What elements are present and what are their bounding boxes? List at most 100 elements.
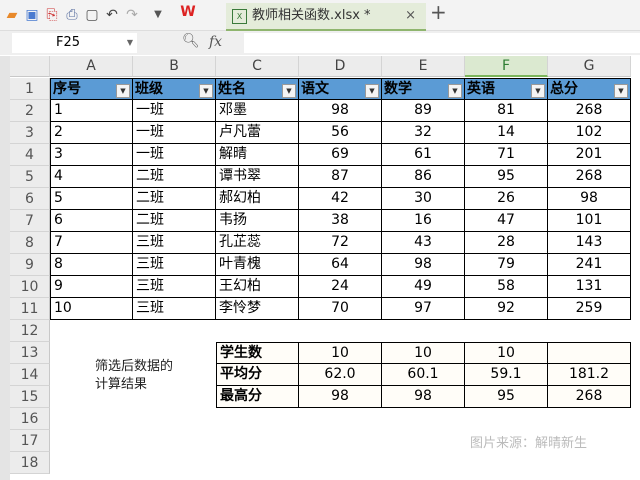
table-cell[interactable]: 三班: [133, 298, 216, 320]
save-icon[interactable]: ▣: [24, 7, 40, 23]
zoom-search-icon[interactable]: 🔍︎: [182, 33, 200, 49]
header-cell[interactable]: 数学 ▼: [382, 78, 465, 100]
filter-dropdown-icon[interactable]: ▼: [282, 84, 296, 98]
row-header-9[interactable]: 9: [10, 254, 50, 276]
table-cell[interactable]: 26: [465, 188, 548, 210]
table-cell[interactable]: 卢凡蕾: [216, 122, 299, 144]
table-cell[interactable]: 58: [465, 276, 548, 298]
table-cell[interactable]: 6: [50, 210, 133, 232]
fx-icon[interactable]: fx: [209, 34, 222, 50]
table-cell[interactable]: 259: [548, 298, 631, 320]
table-cell[interactable]: 131: [548, 276, 631, 298]
row-header-14[interactable]: 14: [10, 364, 50, 386]
summary-cell[interactable]: 98: [382, 386, 465, 408]
table-cell[interactable]: 64: [299, 254, 382, 276]
print-preview-icon[interactable]: ▢: [84, 7, 100, 23]
summary-cell[interactable]: [548, 342, 631, 364]
table-cell[interactable]: 2: [50, 122, 133, 144]
summary-cell[interactable]: 学生数: [216, 342, 299, 364]
table-cell[interactable]: 一班: [133, 144, 216, 166]
column-header-B[interactable]: B: [133, 56, 216, 77]
header-cell[interactable]: 语文 ▼: [299, 78, 382, 100]
row-header-12[interactable]: 12: [10, 320, 50, 342]
select-all-corner[interactable]: [10, 56, 50, 77]
table-cell[interactable]: 一班: [133, 122, 216, 144]
name-box[interactable]: F25 ▼: [12, 33, 137, 53]
filter-dropdown-icon[interactable]: ▼: [199, 84, 213, 98]
column-header-A[interactable]: A: [50, 56, 133, 77]
row-header-16[interactable]: 16: [10, 408, 50, 430]
table-cell[interactable]: 47: [465, 210, 548, 232]
chevron-down-icon[interactable]: ▼: [127, 33, 133, 53]
undo-icon[interactable]: ↶: [104, 7, 120, 23]
table-cell[interactable]: 韦扬: [216, 210, 299, 232]
row-header-11[interactable]: 11: [10, 298, 50, 320]
table-cell[interactable]: 二班: [133, 166, 216, 188]
table-cell[interactable]: 143: [548, 232, 631, 254]
table-cell[interactable]: 14: [465, 122, 548, 144]
table-cell[interactable]: 一班: [133, 100, 216, 122]
table-cell[interactable]: 李怜梦: [216, 298, 299, 320]
formula-input[interactable]: [244, 33, 640, 53]
table-cell[interactable]: 241: [548, 254, 631, 276]
table-cell[interactable]: 49: [382, 276, 465, 298]
table-cell[interactable]: 16: [382, 210, 465, 232]
row-header-8[interactable]: 8: [10, 232, 50, 254]
filter-dropdown-icon[interactable]: ▼: [614, 84, 628, 98]
table-cell[interactable]: 叶青槐: [216, 254, 299, 276]
table-cell[interactable]: 97: [382, 298, 465, 320]
table-cell[interactable]: 二班: [133, 210, 216, 232]
filter-dropdown-icon[interactable]: ▼: [365, 84, 379, 98]
table-cell[interactable]: 72: [299, 232, 382, 254]
table-cell[interactable]: 1: [50, 100, 133, 122]
summary-cell[interactable]: 60.1: [382, 364, 465, 386]
table-cell[interactable]: 89: [382, 100, 465, 122]
summary-cell[interactable]: 181.2: [548, 364, 631, 386]
table-cell[interactable]: 95: [465, 166, 548, 188]
row-header-5[interactable]: 5: [10, 166, 50, 188]
table-cell[interactable]: 92: [465, 298, 548, 320]
table-cell[interactable]: 56: [299, 122, 382, 144]
dropdown-icon[interactable]: ▼: [150, 7, 166, 23]
table-cell[interactable]: 86: [382, 166, 465, 188]
table-cell[interactable]: 郝幻柏: [216, 188, 299, 210]
filter-dropdown-icon[interactable]: ▼: [448, 84, 462, 98]
header-cell[interactable]: 序号 ▼: [50, 78, 133, 100]
table-cell[interactable]: 三班: [133, 232, 216, 254]
table-cell[interactable]: 42: [299, 188, 382, 210]
table-cell[interactable]: 5: [50, 188, 133, 210]
table-cell[interactable]: 268: [548, 100, 631, 122]
table-cell[interactable]: 28: [465, 232, 548, 254]
row-header-1[interactable]: 1: [10, 78, 50, 100]
table-cell[interactable]: 30: [382, 188, 465, 210]
column-header-F[interactable]: F: [465, 56, 548, 77]
wps-logo-icon[interactable]: W: [178, 4, 198, 26]
row-header-13[interactable]: 13: [10, 342, 50, 364]
filter-dropdown-icon[interactable]: ▼: [116, 84, 130, 98]
table-cell[interactable]: 4: [50, 166, 133, 188]
table-cell[interactable]: 7: [50, 232, 133, 254]
row-header-4[interactable]: 4: [10, 144, 50, 166]
header-cell[interactable]: 姓名 ▼: [216, 78, 299, 100]
table-cell[interactable]: 87: [299, 166, 382, 188]
table-cell[interactable]: 邓墨: [216, 100, 299, 122]
row-header-7[interactable]: 7: [10, 210, 50, 232]
summary-cell[interactable]: 最高分: [216, 386, 299, 408]
table-cell[interactable]: 98: [299, 100, 382, 122]
open-folder-icon[interactable]: ▰: [4, 7, 20, 23]
print-icon[interactable]: ⎙: [64, 7, 80, 23]
table-cell[interactable]: 43: [382, 232, 465, 254]
header-cell[interactable]: 总分 ▼: [548, 78, 631, 100]
table-cell[interactable]: 101: [548, 210, 631, 232]
summary-cell[interactable]: 95: [465, 386, 548, 408]
table-cell[interactable]: 9: [50, 276, 133, 298]
row-header-18[interactable]: 18: [10, 452, 50, 474]
summary-cell[interactable]: 98: [299, 386, 382, 408]
table-cell[interactable]: 102: [548, 122, 631, 144]
header-cell[interactable]: 英语 ▼: [465, 78, 548, 100]
column-header-G[interactable]: G: [548, 56, 631, 77]
table-cell[interactable]: 79: [465, 254, 548, 276]
row-header-6[interactable]: 6: [10, 188, 50, 210]
filter-dropdown-icon[interactable]: ▼: [531, 84, 545, 98]
table-cell[interactable]: 81: [465, 100, 548, 122]
